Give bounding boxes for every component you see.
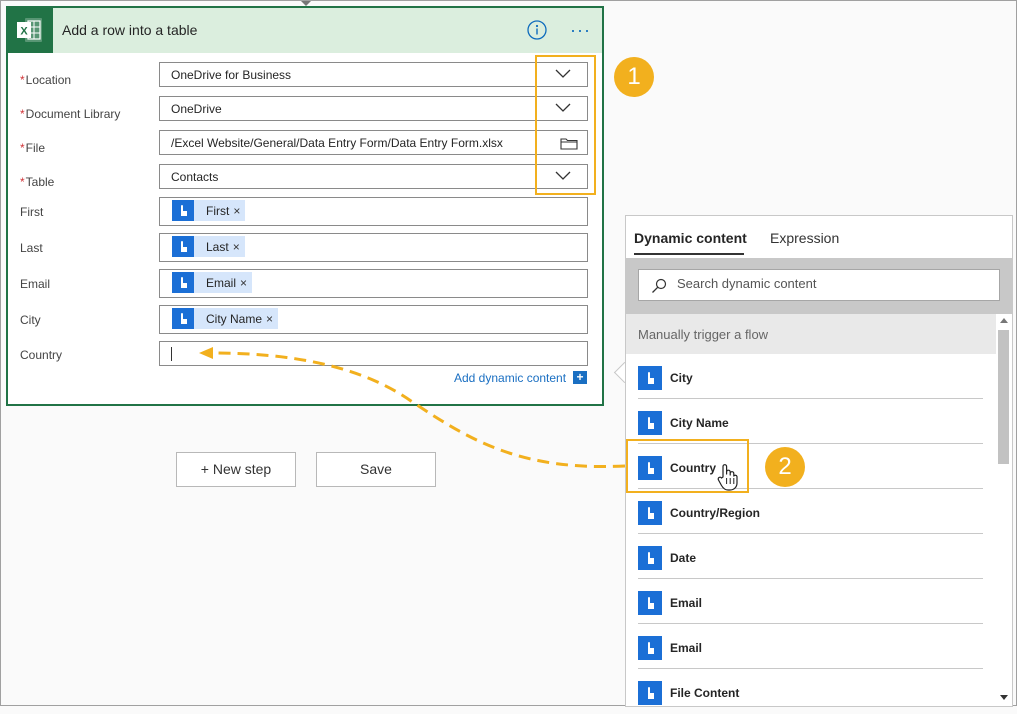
- add-dynamic-content-link[interactable]: Add dynamic content: [454, 371, 566, 385]
- tab-expression[interactable]: Expression: [770, 230, 839, 246]
- document-library-value: OneDrive: [171, 102, 222, 116]
- last-field[interactable]: Last ×: [159, 233, 588, 262]
- table-dropdown[interactable]: Contacts: [159, 164, 588, 189]
- touch-icon: [638, 366, 662, 390]
- tab-active-underline: [634, 253, 744, 255]
- search-icon: [652, 278, 667, 293]
- file-label: *File: [20, 141, 46, 155]
- remove-token-icon[interactable]: ×: [240, 276, 252, 290]
- city-label: City: [20, 313, 41, 327]
- list-item-country-region[interactable]: Country/Region: [638, 489, 983, 534]
- add-dynamic-content-plus-icon[interactable]: +: [573, 371, 587, 384]
- location-label: *Location: [20, 73, 72, 87]
- panel-scrollbar[interactable]: [996, 314, 1012, 706]
- email-field[interactable]: Email ×: [159, 269, 588, 298]
- list-item-email[interactable]: Email: [638, 579, 983, 624]
- touch-icon: [172, 272, 194, 293]
- section-header[interactable]: Manually trigger a flow: [626, 314, 996, 354]
- search-input[interactable]: [677, 276, 977, 291]
- svg-text:X: X: [20, 26, 28, 38]
- dropdown-highlight-box: [535, 55, 596, 195]
- hand-cursor-icon: [717, 464, 738, 491]
- scroll-thumb[interactable]: [998, 330, 1009, 464]
- touch-icon: [638, 501, 662, 525]
- more-icon[interactable]: ···: [570, 20, 591, 40]
- touch-icon: [172, 308, 194, 329]
- location-value: OneDrive for Business: [171, 68, 292, 82]
- location-dropdown[interactable]: OneDrive for Business: [159, 62, 588, 87]
- document-library-dropdown[interactable]: OneDrive: [159, 96, 588, 121]
- table-value: Contacts: [171, 170, 219, 184]
- email-label: Email: [20, 277, 51, 291]
- search-area: [626, 258, 1012, 314]
- city-field[interactable]: City Name ×: [159, 305, 588, 334]
- action-card: X Add a row into a table ··· *Location O…: [6, 6, 604, 406]
- touch-icon: [638, 591, 662, 615]
- first-token[interactable]: First ×: [172, 200, 246, 221]
- scroll-down-icon[interactable]: [1000, 695, 1008, 700]
- list-item-date[interactable]: Date: [638, 534, 983, 579]
- scroll-up-icon[interactable]: [1000, 318, 1008, 323]
- list-item-city[interactable]: City: [638, 354, 983, 399]
- tab-dynamic-content[interactable]: Dynamic content: [634, 230, 747, 246]
- list-item-email-2[interactable]: Email: [638, 624, 983, 669]
- country-input[interactable]: [159, 341, 588, 366]
- city-token[interactable]: City Name ×: [172, 308, 279, 329]
- remove-token-icon[interactable]: ×: [233, 240, 245, 254]
- touch-icon: [638, 411, 662, 435]
- info-icon[interactable]: [527, 20, 547, 40]
- country-label: Country: [20, 348, 63, 362]
- touch-icon: [172, 236, 194, 257]
- document-library-label: *Document Library: [20, 107, 121, 121]
- email-token[interactable]: Email ×: [172, 272, 253, 293]
- remove-token-icon[interactable]: ×: [233, 204, 245, 218]
- list-item-city-name[interactable]: City Name: [638, 399, 983, 444]
- touch-icon: [638, 546, 662, 570]
- file-value: /Excel Website/General/Data Entry Form/D…: [171, 136, 503, 150]
- card-header[interactable]: X Add a row into a table ···: [8, 8, 602, 53]
- first-label: First: [20, 205, 44, 219]
- touch-icon: [638, 636, 662, 660]
- list-item-file-content[interactable]: File Content: [638, 669, 983, 714]
- card-title: Add a row into a table: [62, 22, 198, 38]
- text-cursor: [171, 347, 172, 361]
- last-token[interactable]: Last ×: [172, 236, 245, 257]
- excel-icon: X: [8, 8, 53, 53]
- file-picker[interactable]: /Excel Website/General/Data Entry Form/D…: [159, 130, 588, 155]
- remove-token-icon[interactable]: ×: [266, 312, 278, 326]
- step-badge-2: 2: [765, 447, 805, 487]
- last-label: Last: [20, 241, 43, 255]
- step-badge-1: 1: [614, 57, 654, 97]
- new-step-button[interactable]: + New step: [176, 452, 296, 487]
- save-button[interactable]: Save: [316, 452, 436, 487]
- touch-icon: [638, 681, 662, 705]
- table-label: *Table: [20, 175, 55, 189]
- first-field[interactable]: First ×: [159, 197, 588, 226]
- touch-icon: [172, 200, 194, 221]
- search-box[interactable]: [638, 269, 1000, 301]
